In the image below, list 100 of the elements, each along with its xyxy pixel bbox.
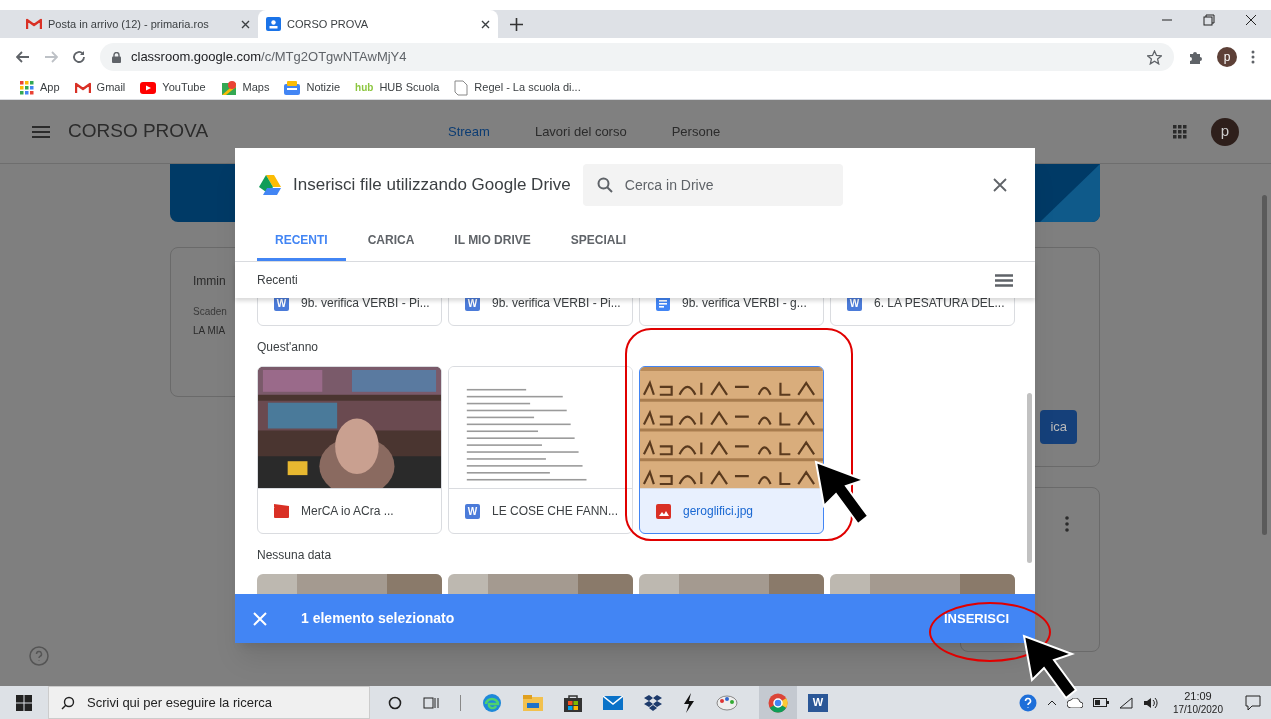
clock-time: 21:09 (1184, 689, 1212, 703)
star-icon (1147, 49, 1162, 65)
dialog-tab[interactable]: SPECIALI (552, 221, 645, 261)
close-icon (241, 19, 250, 29)
file-name: 9b. verifica VERBI - g... (682, 298, 807, 312)
apps-grid-icon (20, 80, 34, 95)
lightning-icon (683, 692, 695, 713)
close-icon (481, 19, 490, 29)
dialog-tab[interactable]: RECENTI (257, 221, 346, 261)
word-file-icon: W (465, 298, 480, 311)
puzzle-icon (1188, 49, 1203, 65)
play-icon (140, 81, 157, 94)
card-title: Immin (193, 273, 226, 290)
menu-icon (32, 125, 50, 138)
section-heading: Nessuna data (257, 547, 333, 564)
dialog-tab[interactable]: IL MIO DRIVE (436, 221, 549, 261)
document-icon (656, 298, 670, 311)
file-name: LE COSE CHE FANN... (492, 503, 619, 520)
windows-logo-icon (16, 694, 32, 711)
dialog-title: Inserisci file utilizzando Google Drive (293, 174, 571, 197)
lock-icon (112, 51, 121, 63)
bookmark[interactable]: hub HUB Scuola (355, 79, 440, 96)
course-title: CORSO PROVA (68, 119, 210, 144)
file-card[interactable]: geroglifici.jpg (639, 366, 824, 534)
close-icon (1245, 14, 1257, 26)
chrome-icon (768, 692, 788, 713)
task-view-icon (423, 695, 439, 710)
tab-title: Posta in arrivo (12) - primaria.ros (48, 16, 210, 32)
chevron-up-icon (1046, 699, 1057, 706)
profile-avatar[interactable]: p (1211, 117, 1239, 146)
card-text: Scaden (193, 305, 227, 319)
plus-icon (510, 18, 523, 31)
file-name: 9b. verifica VERBI - Pi... (492, 298, 621, 312)
file-name: 6. LA PESATURA DEL... (874, 298, 1005, 312)
circle-icon (388, 695, 402, 710)
search-field[interactable]: Cerca in Drive (582, 164, 843, 206)
apps-grid-icon (1173, 124, 1187, 139)
nav-tab[interactable]: Lavori del corso (534, 121, 627, 142)
restore-icon (1203, 14, 1215, 26)
person-card-icon (266, 17, 281, 31)
taskbar-search-field[interactable]: Scrivi qui per eseguire la ricerca (48, 686, 370, 719)
bookmark[interactable]: Gmail (74, 79, 126, 96)
map-pin-icon (220, 79, 237, 96)
clock-date: 17/10/2020 (1172, 702, 1223, 716)
dropbox-icon (644, 694, 662, 711)
more-vertical-icon (1065, 516, 1069, 532)
file-card[interactable]: W 9b. verifica VERBI - Pi... (448, 298, 633, 326)
browser-tab[interactable]: CORSO PROVA (258, 10, 498, 38)
section-heading: Recenti (257, 272, 298, 289)
edge-icon (482, 692, 502, 713)
bookmark[interactable]: Maps (220, 79, 270, 96)
insert-button[interactable]: INSERISCI (940, 608, 1013, 629)
bookmark[interactable]: Regel - La scuola di... (454, 79, 581, 96)
selection-count: 1 elemento selezionato (301, 609, 455, 628)
bookmark[interactable]: YouTube (140, 79, 206, 96)
bookmark[interactable]: App (20, 79, 60, 96)
help-icon (1018, 693, 1037, 712)
profile-avatar[interactable]: p (1217, 47, 1237, 67)
nav-tab[interactable]: Persone (671, 121, 721, 142)
file-card[interactable]: W 6. LA PESATURA DEL... (830, 298, 1015, 326)
section-heading: Quest'anno (257, 339, 319, 356)
search-icon (596, 177, 613, 193)
speaker-icon (1142, 696, 1159, 709)
file-card[interactable]: MerCA io ACra ... (257, 366, 442, 534)
mail-icon (603, 695, 623, 710)
paint-palette-icon (716, 693, 738, 712)
card-text: LA MIA (193, 324, 226, 338)
page-icon (454, 79, 469, 96)
hub-logo: hub (355, 81, 374, 95)
file-card[interactable]: 9b. verifica VERBI - g... (639, 298, 824, 326)
url-text: classroom.google.com/c/MTg2OTgwNTAwMjY4 (131, 48, 407, 67)
reload-icon (72, 50, 86, 64)
envelope-m-icon (74, 81, 91, 94)
file-card[interactable]: W 9b. verifica VERBI - Pi... (257, 298, 442, 326)
battery-icon (1092, 698, 1109, 707)
cloud-icon (1066, 697, 1083, 708)
help-icon (29, 646, 49, 666)
close-icon (253, 611, 267, 626)
taskbar-app-tile[interactable] (759, 686, 797, 719)
more-vertical-icon (1251, 50, 1255, 64)
drive-logo-icon (259, 175, 281, 195)
envelope-m-icon (26, 18, 42, 30)
forward-arrow-icon (44, 51, 58, 63)
file-name: geroglifici.jpg (683, 503, 754, 520)
word-file-icon: W (274, 298, 289, 311)
bookmark[interactable]: Notizie (284, 79, 341, 96)
tab-title: CORSO PROVA (287, 16, 370, 32)
word-app-icon[interactable]: W (808, 693, 828, 712)
newspaper-icon (284, 80, 301, 95)
image-icon (656, 503, 671, 519)
action-button[interactable]: ica (1040, 410, 1077, 444)
word-file-icon: W (465, 503, 480, 519)
address-bar[interactable]: classroom.google.com/c/MTg2OTgwNTAwMjY4 (100, 43, 1174, 71)
folder-icon (523, 694, 543, 711)
search-icon (61, 695, 75, 710)
shopping-bag-icon (564, 693, 582, 712)
list-view-icon (995, 273, 1013, 287)
file-card[interactable]: W LE COSE CHE FANN... (448, 366, 633, 534)
file-name: 9b. verifica VERBI - Pi... (301, 298, 430, 312)
dialog-tab[interactable]: CARICA (349, 221, 433, 261)
